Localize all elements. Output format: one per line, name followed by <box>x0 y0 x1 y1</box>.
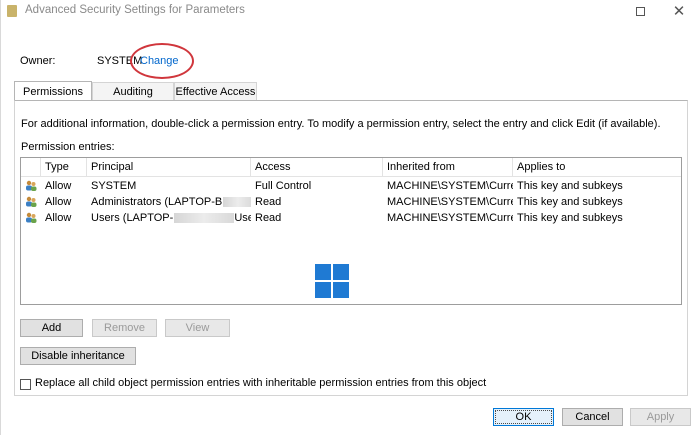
add-button[interactable]: Add <box>20 319 83 337</box>
disable-inheritance-button[interactable]: Disable inheritance <box>20 347 136 365</box>
users-icon <box>26 212 37 223</box>
replace-child-permissions-label: Replace all child object permission entr… <box>35 377 487 389</box>
cancel-button[interactable]: Cancel <box>562 408 623 426</box>
ok-button-label: OK <box>515 411 532 423</box>
cell-type: Allow <box>45 212 72 224</box>
table-row[interactable]: Allow Administrators (LAPTOP-B Read MACH… <box>21 194 681 210</box>
tab-effective-access[interactable]: Effective Access <box>174 82 257 101</box>
cell-type: Allow <box>45 180 72 192</box>
cell-inherited-from: MACHINE\SYSTEM\Curre... <box>387 180 513 192</box>
windows-logo-watermark <box>315 264 349 298</box>
cell-inherited-from: MACHINE\SYSTEM\Curre... <box>387 212 513 224</box>
window-title: Advanced Security Settings for Parameter… <box>25 4 245 16</box>
tab-permissions[interactable]: Permissions <box>14 81 92 101</box>
cell-access: Read <box>255 212 282 224</box>
cell-applies-to: This key and subkeys <box>517 212 623 224</box>
column-applies-to[interactable]: Applies to <box>513 158 681 177</box>
apply-button[interactable]: Apply <box>630 408 691 426</box>
users-icon <box>26 196 37 207</box>
advanced-security-window: Advanced Security Settings for Parameter… <box>0 0 700 435</box>
column-icon <box>21 158 41 177</box>
permission-entries-list[interactable]: Type Principal Access Inherited from App… <box>20 157 682 305</box>
view-button[interactable]: View <box>165 319 230 337</box>
permission-entries-label: Permission entries: <box>21 141 115 153</box>
owner-label: Owner: <box>20 55 56 67</box>
column-type[interactable]: Type <box>41 158 87 177</box>
table-row[interactable]: Allow SYSTEM Full Control MACHINE\SYSTEM… <box>21 178 681 194</box>
users-icon <box>26 180 37 191</box>
cell-access: Read <box>255 196 282 208</box>
cell-principal-text: Users (LAPTOP- <box>91 212 174 224</box>
redacted-block <box>174 213 235 224</box>
cell-principal: SYSTEM <box>91 180 137 192</box>
redacted-block <box>223 197 251 208</box>
title-bar: Advanced Security Settings for Parameter… <box>1 0 700 22</box>
cell-principal: Administrators (LAPTOP-B <box>87 194 251 210</box>
tab-auditing[interactable]: Auditing <box>92 82 174 101</box>
table-row[interactable]: Allow Users (LAPTOP- Users) Read MACHINE\… <box>21 210 681 226</box>
remove-button[interactable]: Remove <box>92 319 157 337</box>
highlight-circle-annotation <box>130 43 194 79</box>
ok-button[interactable]: OK <box>493 408 554 426</box>
maximize-icon[interactable] <box>625 0 655 22</box>
folder-icon <box>7 5 17 17</box>
cell-applies-to: This key and subkeys <box>517 180 623 192</box>
permissions-panel: For additional information, double-click… <box>14 100 688 396</box>
cell-principal: Users (LAPTOP- Users) <box>87 210 251 226</box>
cell-principal-suffix: Users) <box>234 212 251 224</box>
list-header: Type Principal Access Inherited from App… <box>21 158 681 177</box>
cell-applies-to: This key and subkeys <box>517 196 623 208</box>
column-principal[interactable]: Principal <box>87 158 251 177</box>
info-text: For additional information, double-click… <box>21 118 661 130</box>
replace-child-permissions-checkbox[interactable] <box>20 379 31 390</box>
close-icon[interactable]: ✕ <box>664 0 694 22</box>
cell-access: Full Control <box>255 180 312 192</box>
cell-inherited-from: MACHINE\SYSTEM\Curre... <box>387 196 513 208</box>
cell-type: Allow <box>45 196 72 208</box>
column-inherited-from[interactable]: Inherited from <box>383 158 513 177</box>
cell-principal-text: Administrators (LAPTOP-B <box>91 196 223 208</box>
column-access[interactable]: Access <box>251 158 383 177</box>
